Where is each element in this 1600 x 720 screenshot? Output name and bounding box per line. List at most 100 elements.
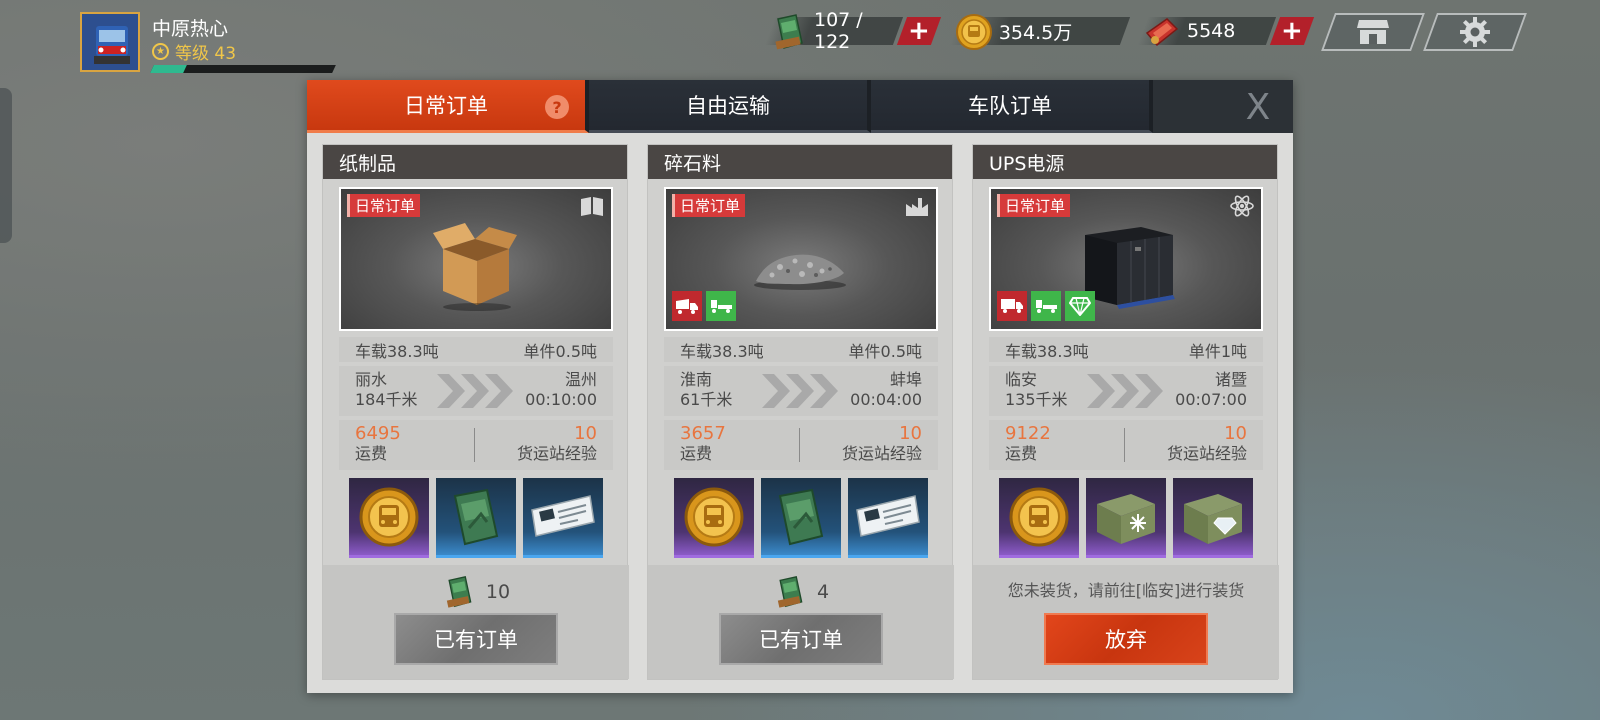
factory-icon (906, 198, 928, 216)
reward-list (999, 478, 1253, 558)
cargo-image: 日常订单 (989, 187, 1263, 331)
route-time: 00:07:00 (1175, 390, 1247, 409)
fuel-counter: 107 / 122 + (764, 9, 942, 53)
truck-load: 车载38.3吨 (680, 341, 764, 361)
fuel-cost-value: 10 (485, 581, 511, 603)
ticket-value: 5548 (1187, 19, 1236, 42)
order-type-tag: 日常订单 (672, 194, 746, 217)
cargo-image: 日常订单 (339, 187, 613, 331)
station-exp: 10 (899, 423, 922, 444)
gravel-pile-icon (754, 254, 846, 290)
existing-order-button[interactable]: 已有订单 (719, 613, 883, 665)
reward-item[interactable] (848, 478, 928, 558)
unit-weight: 单件1吨 (1188, 341, 1247, 361)
gear-icon (1460, 17, 1490, 47)
route-arrow-icon (762, 374, 838, 408)
coin-counter: 354.5万 (949, 13, 1131, 50)
station-exp: 10 (1224, 423, 1247, 444)
cargo-image: 日常订单 (664, 187, 938, 331)
reward-list (674, 478, 928, 558)
fuel-cost: 4 (648, 575, 954, 609)
route-info: 淮南 61千米 蚌埠 00:04:00 (664, 366, 938, 416)
route-time: 00:10:00 (525, 390, 597, 409)
dump-truck-icon (672, 291, 702, 321)
add-fuel-button[interactable]: + (896, 16, 942, 46)
abandon-button[interactable]: 放弃 (1044, 613, 1208, 665)
side-panel-handle[interactable] (0, 88, 12, 243)
diamond-icon (1065, 291, 1095, 321)
card-footer: 4 已有订单 (648, 565, 954, 679)
reward-item[interactable] (1173, 478, 1253, 558)
cardboard-box-icon (433, 223, 517, 311)
divider (799, 428, 800, 462)
orders-dialog: 日常订单 ? 自由运输 车队订单 X 纸制品 日常订单 车载38.3吨 单件0.… (307, 80, 1293, 693)
cargo-title: 碎石料 (648, 145, 952, 179)
level-label: 等级 43 (175, 44, 237, 64)
ticket-card-icon (531, 494, 595, 537)
existing-order-button[interactable]: 已有订单 (394, 613, 558, 665)
origin-city: 丽水 (355, 370, 388, 389)
destination-city: 蚌埠 (889, 370, 922, 389)
tab-label: 车队订单 (968, 94, 1052, 118)
pay-info: 6495 运费 10 货运站经验 (339, 420, 613, 470)
freight-pay: 6495 (355, 423, 401, 444)
pay-info: 3657 运费 10 货运站经验 (664, 420, 938, 470)
route-distance: 184千米 (355, 390, 418, 409)
gold-coin-icon (684, 487, 744, 546)
cargo-title: UPS电源 (973, 145, 1277, 179)
truck-load: 车载38.3吨 (1005, 341, 1089, 361)
settings-button[interactable] (1423, 13, 1527, 51)
reward-item[interactable] (523, 478, 603, 558)
fuel-can-icon (778, 488, 824, 545)
reward-item[interactable] (349, 478, 429, 558)
fuel-cost: 10 (323, 575, 629, 609)
freight-label: 运费 (680, 444, 713, 463)
route-info: 临安 135千米 诸暨 00:07:00 (989, 366, 1263, 416)
load-info: 车载38.3吨 单件0.5吨 (664, 337, 938, 362)
unit-weight: 单件0.5吨 (523, 341, 597, 361)
load-info: 车载38.3吨 单件1吨 (989, 337, 1263, 362)
route-arrow-icon (437, 374, 513, 408)
fuel-can-icon (777, 575, 803, 608)
ticket-counter: 5548 + (1137, 13, 1323, 48)
fuel-cost-value: 4 (816, 581, 830, 603)
fuel-can-icon (453, 488, 499, 545)
semi-truck-icon (706, 291, 736, 321)
avatar[interactable] (80, 12, 140, 72)
order-tabs: 日常订单 ? 自由运输 车队订单 X (307, 80, 1293, 133)
route-time: 00:04:00 (850, 390, 922, 409)
tab-daily-orders[interactable]: 日常订单 ? (307, 80, 589, 133)
shop-icon (1357, 20, 1389, 44)
destination-city: 温州 (564, 370, 597, 389)
freight-label: 运费 (355, 444, 388, 463)
atom-icon (1230, 195, 1254, 217)
fuel-value: 107 / 122 (814, 8, 863, 53)
reward-item[interactable] (674, 478, 754, 558)
loading-hint: 您未装货，请前往[临安]进行装货 (1007, 581, 1245, 600)
tab-free-transport[interactable]: 自由运输 (589, 80, 871, 133)
reward-item[interactable] (436, 478, 516, 558)
gold-coin-icon (1009, 487, 1069, 546)
tab-fleet-orders[interactable]: 车队订单 (871, 80, 1153, 133)
player-profile: 中原热心 ★ 等级 43 (80, 12, 380, 76)
tab-label: 自由运输 (686, 94, 770, 118)
book-icon (581, 197, 603, 216)
reward-item[interactable] (1086, 478, 1166, 558)
origin-city: 临安 (1005, 370, 1038, 389)
cargo-title: 纸制品 (323, 145, 627, 179)
close-button[interactable]: X (1237, 86, 1279, 128)
truck-load: 车载38.3吨 (355, 341, 439, 361)
reward-item[interactable] (761, 478, 841, 558)
tab-label: 日常订单 (404, 94, 488, 118)
add-ticket-button[interactable]: + (1269, 16, 1315, 46)
order-type-tag: 日常订单 (997, 194, 1071, 217)
shop-button[interactable] (1321, 13, 1425, 51)
ticket-card-icon (856, 494, 920, 537)
reward-item[interactable] (999, 478, 1079, 558)
snow-crate-icon (1097, 493, 1155, 544)
box-truck-icon (997, 291, 1027, 321)
route-distance: 61千米 (680, 390, 733, 409)
help-icon[interactable]: ? (545, 95, 569, 119)
pay-info: 9122 运费 10 货运站经验 (989, 420, 1263, 470)
card-footer: 10 已有订单 (323, 565, 629, 679)
